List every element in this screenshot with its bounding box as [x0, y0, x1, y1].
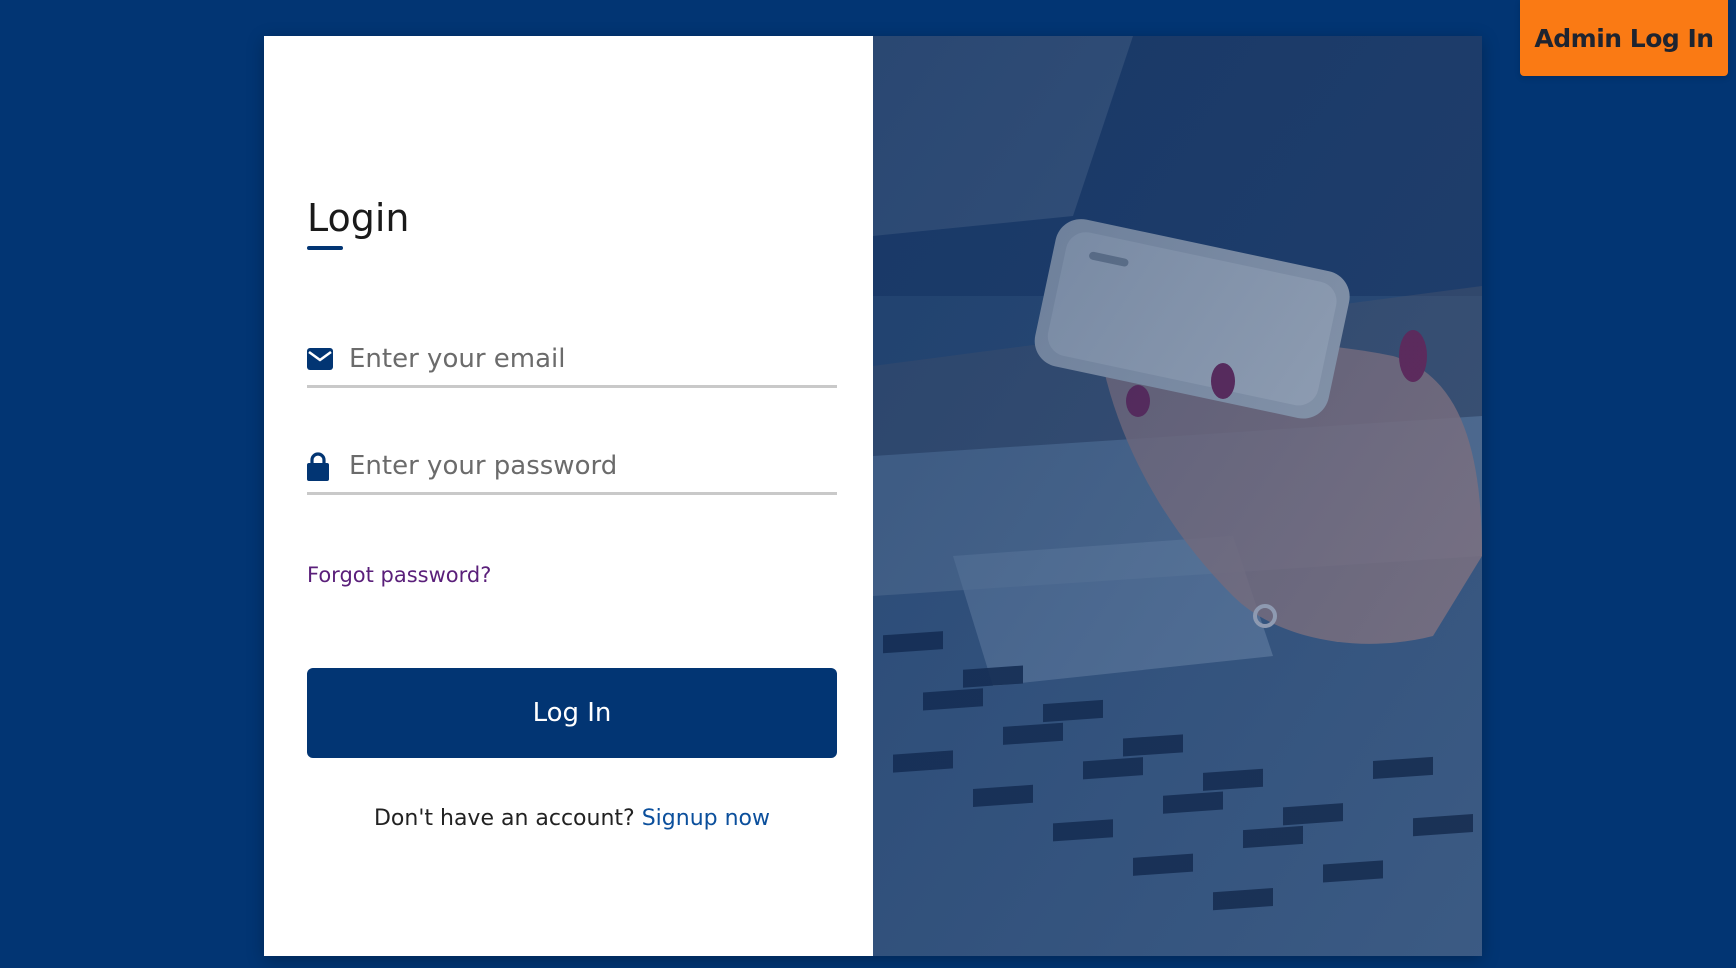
signup-prompt: Don't have an account?	[373, 806, 635, 831]
admin-login-button[interactable]: Admin Log In	[1520, 0, 1728, 76]
lock-icon	[307, 451, 333, 481]
log-in-button[interactable]: Log In	[307, 668, 837, 758]
login-title: Login	[307, 196, 410, 240]
forgot-password-link[interactable]: Forgot password?	[307, 563, 491, 587]
password-field	[307, 440, 837, 495]
signup-link[interactable]: Signup now	[642, 806, 770, 831]
login-card: Login Forgot password? Log In	[264, 36, 1482, 956]
envelope-icon	[307, 344, 333, 374]
email-field	[307, 333, 837, 388]
laptop-phone-illustration	[873, 36, 1482, 956]
password-input[interactable]	[349, 446, 837, 486]
email-input[interactable]	[349, 339, 837, 379]
hero-image-panel	[873, 36, 1482, 956]
title-underline	[307, 246, 343, 250]
signup-row: Don't have an account? Signup now	[307, 806, 837, 831]
login-form-panel: Login Forgot password? Log In	[264, 36, 873, 956]
